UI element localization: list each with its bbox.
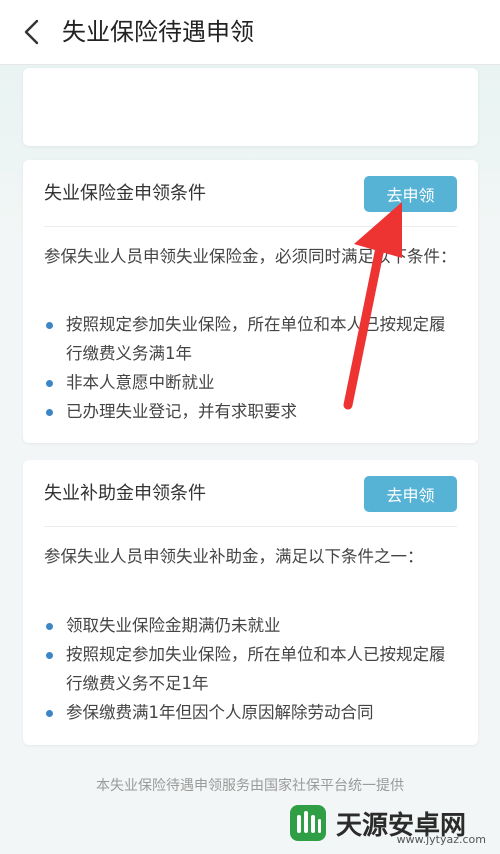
- page-title: 失业保险待遇申领: [62, 18, 254, 46]
- divider: [44, 526, 457, 527]
- bullet-icon: [46, 409, 53, 416]
- bullet-icon: [46, 380, 53, 387]
- list-item: 参保缴费满1年但因个人原因解除劳动合同: [44, 698, 460, 727]
- bullet-icon: [46, 710, 53, 717]
- watermark-url: www.jytyaz.com: [396, 833, 486, 846]
- unemployment-subsidy-card: 失业补助金申领条件 去申领 参保失业人员申领失业补助金，满足以下条件之一： 领取…: [23, 460, 478, 745]
- apply-button[interactable]: 去申领: [364, 476, 457, 512]
- red-arrow-annotation: [343, 202, 402, 410]
- header-bar: 失业保险待遇申领: [0, 0, 500, 65]
- bullet-icon: [46, 322, 53, 329]
- card-description: 参保失业人员申领失业补助金，满足以下条件之一：: [44, 547, 424, 566]
- bullet-icon: [46, 652, 53, 659]
- list-item: 领取失业保险金期满仍未就业: [44, 611, 460, 640]
- info-card-top: [23, 68, 478, 146]
- bullet-icon: [46, 623, 53, 630]
- list-item: 按照规定参加失业保险，所在单位和本人已按规定履行缴费义务不足1年: [44, 640, 460, 698]
- back-button[interactable]: [14, 14, 50, 50]
- watermark: 天源安卓网 www.jytyaz.com: [286, 798, 486, 848]
- conditions-list: 领取失业保险金期满仍未就业 按照规定参加失业保险，所在单位和本人已按规定履行缴费…: [44, 611, 460, 727]
- chevron-left-icon: [24, 19, 39, 45]
- footer-note: 本失业保险待遇申领服务由国家社保平台统一提供: [96, 778, 404, 794]
- card-title: 失业补助金申领条件: [44, 483, 206, 504]
- android-logo-icon: [290, 805, 326, 841]
- card-title: 失业保险金申领条件: [44, 183, 206, 204]
